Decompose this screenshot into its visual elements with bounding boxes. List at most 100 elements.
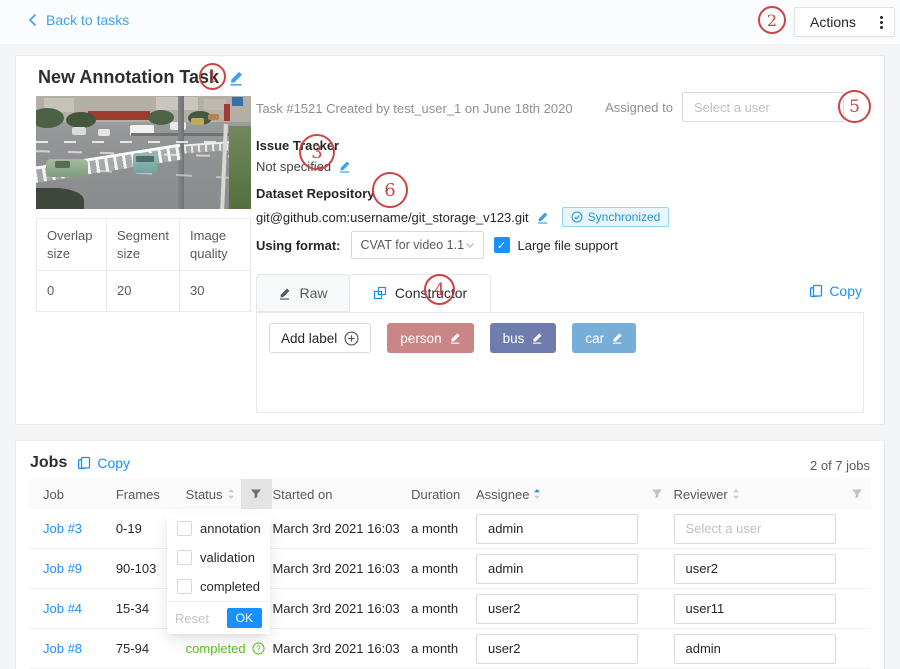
job-row: Job #8 75-94 completed ? March 3rd 2021 … bbox=[29, 629, 871, 669]
job-duration: a month bbox=[411, 521, 476, 536]
job-started: March 3rd 2021 16:03 bbox=[272, 561, 411, 576]
reviewer-filter-button[interactable] bbox=[843, 488, 871, 500]
assigned-to-input[interactable] bbox=[682, 92, 844, 122]
label-chip-person[interactable]: person bbox=[387, 323, 473, 353]
task-title: New Annotation Task bbox=[38, 67, 219, 88]
tab-raw[interactable]: Raw bbox=[256, 274, 350, 312]
jobs-title-row: Jobs Copy bbox=[30, 454, 130, 472]
tab-constructor[interactable]: Constructor bbox=[349, 274, 491, 312]
format-select[interactable]: CVAT for video 1.1 bbox=[351, 231, 484, 259]
callout-2: 2 bbox=[758, 6, 786, 34]
format-row: Using format: CVAT for video 1.1 ✓ Large… bbox=[256, 231, 618, 259]
assignee-input[interactable] bbox=[476, 514, 638, 544]
job-duration: a month bbox=[411, 561, 476, 576]
actions-button[interactable]: Actions bbox=[794, 7, 895, 37]
job-link[interactable]: Job #8 bbox=[43, 641, 82, 656]
jobs-copy-button[interactable]: Copy bbox=[77, 455, 130, 471]
param-header-overlap: Overlap size bbox=[37, 219, 107, 271]
job-row: Job #9 90-103 March 3rd 2021 16:03 a mon… bbox=[29, 549, 871, 589]
sort-icon-ascending[interactable] bbox=[533, 488, 541, 500]
chevron-left-icon bbox=[28, 13, 37, 27]
filter-reset-button[interactable]: Reset bbox=[175, 611, 209, 626]
status-filter-button[interactable] bbox=[241, 479, 273, 509]
format-select-value: CVAT for video 1.1 bbox=[361, 238, 465, 252]
task-info-column: Task #1521 Created by test_user_1 on Jun… bbox=[256, 96, 864, 416]
reviewer-input[interactable] bbox=[674, 554, 836, 584]
reviewer-input[interactable] bbox=[674, 514, 836, 544]
job-started: March 3rd 2021 16:03 bbox=[272, 521, 411, 536]
job-link[interactable]: Job #3 bbox=[43, 521, 82, 536]
job-started: March 3rd 2021 16:03 bbox=[272, 601, 411, 616]
filter-option-annotation-label: annotation bbox=[200, 521, 261, 536]
jobs-table: Job Frames Status Started on Duration As… bbox=[29, 479, 871, 669]
edit-label-icon[interactable] bbox=[449, 332, 461, 344]
check-circle-icon bbox=[571, 211, 583, 223]
checkbox-unchecked[interactable] bbox=[177, 521, 192, 536]
assignee-input[interactable] bbox=[476, 594, 638, 624]
jobs-table-header: Job Frames Status Started on Duration As… bbox=[29, 479, 871, 509]
plus-circle-icon bbox=[344, 331, 359, 346]
reviewer-input[interactable] bbox=[674, 594, 836, 624]
filter-icon bbox=[651, 488, 663, 500]
jobs-title: Jobs bbox=[30, 454, 67, 472]
assignee-input[interactable] bbox=[476, 554, 638, 584]
callout-1: 1 bbox=[199, 63, 226, 90]
assignee-input[interactable] bbox=[476, 634, 638, 664]
filter-option-completed-label: completed bbox=[200, 579, 260, 594]
dataset-repository-url[interactable]: git@github.com:username/git_storage_v123… bbox=[256, 210, 529, 225]
job-link[interactable]: Job #4 bbox=[43, 601, 82, 616]
kebab-menu-icon bbox=[880, 16, 883, 29]
job-frames: 75-94 bbox=[116, 641, 186, 656]
sort-icon[interactable] bbox=[732, 488, 740, 500]
label-constructor-panel: Add label person bus bbox=[256, 313, 864, 413]
pencil-icon bbox=[278, 287, 291, 300]
column-started-on: Started on bbox=[272, 487, 411, 502]
reviewer-input[interactable] bbox=[674, 634, 836, 664]
assigned-to-group: Assigned to bbox=[605, 92, 844, 122]
job-started: March 3rd 2021 16:03 bbox=[272, 641, 411, 656]
param-value-quality: 30 bbox=[180, 271, 250, 311]
edit-repository-icon[interactable] bbox=[536, 211, 549, 224]
filter-ok-button[interactable]: OK bbox=[227, 608, 262, 628]
column-assignee[interactable]: Assignee bbox=[476, 487, 529, 502]
cvat-task-page: Back to tasks Actions New Annotation Tas… bbox=[0, 0, 900, 669]
callout-3: 3 bbox=[299, 134, 335, 170]
svg-text:?: ? bbox=[256, 644, 261, 653]
labels-copy-label: Copy bbox=[829, 283, 862, 299]
filter-icon bbox=[250, 488, 262, 500]
column-reviewer[interactable]: Reviewer bbox=[674, 487, 728, 502]
filter-option-annotation[interactable]: annotation bbox=[167, 514, 270, 543]
label-chip-person-text: person bbox=[400, 331, 441, 346]
column-duration: Duration bbox=[411, 487, 476, 502]
block-icon bbox=[373, 286, 387, 300]
column-status[interactable]: Status bbox=[186, 487, 223, 502]
callout-5: 5 bbox=[838, 90, 871, 123]
param-header-segment: Segment size bbox=[107, 219, 180, 271]
edit-issue-tracker-icon[interactable] bbox=[338, 160, 351, 173]
labels-tab-bar: Raw Constructor Copy bbox=[256, 275, 864, 313]
synchronized-badge: Synchronized bbox=[562, 207, 670, 227]
filter-option-validation[interactable]: validation bbox=[167, 543, 270, 572]
assigned-to-label: Assigned to bbox=[605, 100, 673, 115]
checkbox-unchecked[interactable] bbox=[177, 550, 192, 565]
job-row: Job #3 0-19 March 3rd 2021 16:03 a month bbox=[29, 509, 871, 549]
label-chip-car[interactable]: car bbox=[572, 323, 636, 353]
question-circle-icon[interactable]: ? bbox=[252, 642, 265, 655]
add-label-button-text: Add label bbox=[281, 331, 337, 346]
back-to-tasks-label: Back to tasks bbox=[46, 12, 129, 28]
edit-task-name-icon[interactable] bbox=[228, 70, 244, 86]
checkbox-unchecked[interactable] bbox=[177, 579, 192, 594]
job-duration: a month bbox=[411, 641, 476, 656]
add-label-button[interactable]: Add label bbox=[269, 323, 371, 353]
label-chip-bus[interactable]: bus bbox=[490, 323, 557, 353]
sort-icon[interactable] bbox=[227, 488, 235, 500]
edit-label-icon[interactable] bbox=[611, 332, 623, 344]
edit-label-icon[interactable] bbox=[531, 332, 543, 344]
labels-copy-button[interactable]: Copy bbox=[809, 283, 862, 299]
back-to-tasks-link[interactable]: Back to tasks bbox=[28, 12, 129, 28]
assignee-filter-button[interactable] bbox=[641, 488, 674, 500]
param-header-quality: Image quality bbox=[180, 219, 250, 271]
large-file-support-checkbox[interactable]: ✓ bbox=[494, 237, 510, 253]
filter-option-completed[interactable]: completed bbox=[167, 572, 270, 601]
job-link[interactable]: Job #9 bbox=[43, 561, 82, 576]
